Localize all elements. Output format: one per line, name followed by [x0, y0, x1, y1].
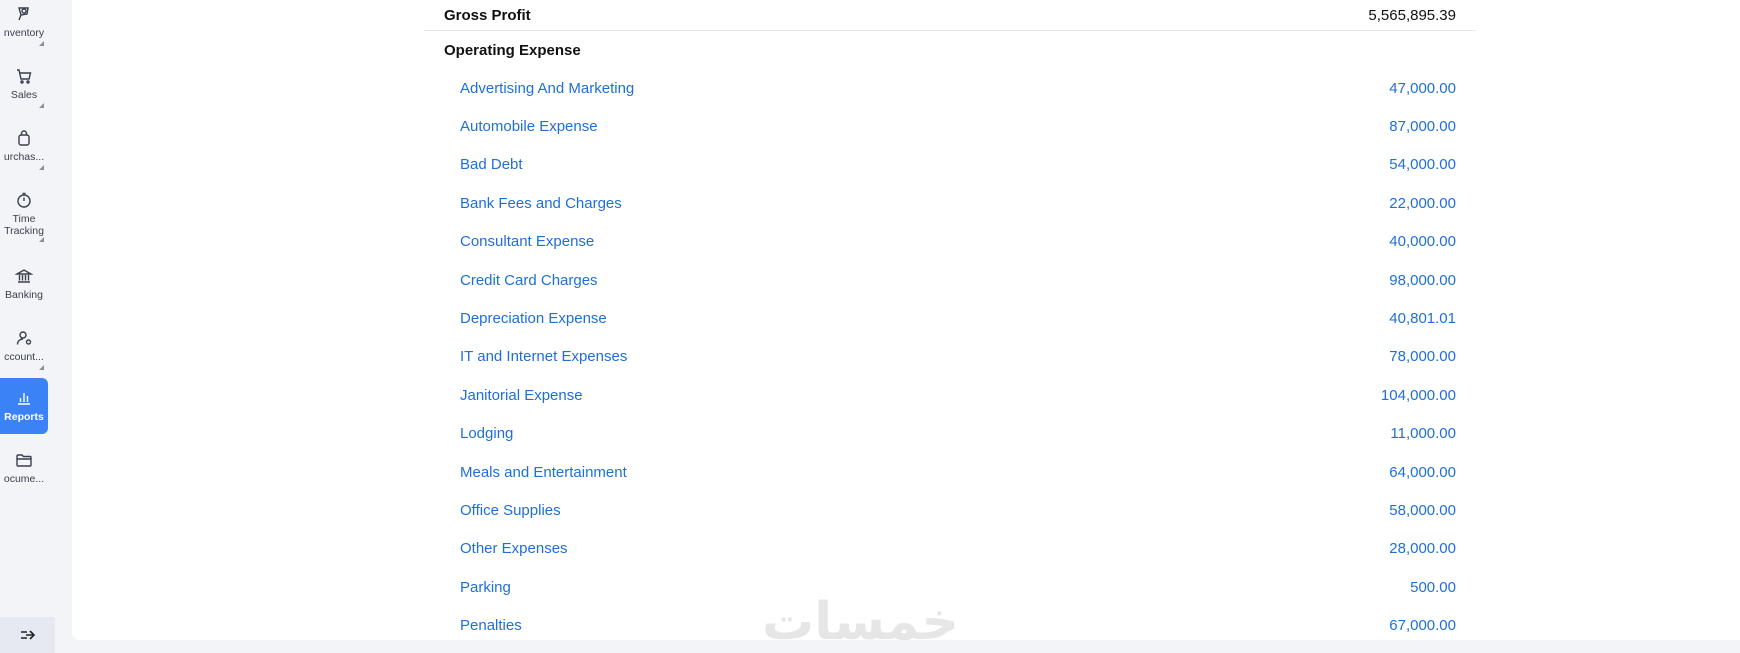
- expense-amount-link[interactable]: 58,000.00: [1389, 502, 1456, 519]
- expense-row[interactable]: Depreciation Expense 40,801.01: [424, 299, 1476, 337]
- expense-row[interactable]: Advertising And Marketing 47,000.00: [424, 69, 1476, 107]
- expense-account-link[interactable]: Janitorial Expense: [460, 387, 583, 404]
- nav-item-inventory[interactable]: nventory: [0, 0, 48, 50]
- expense-account-link[interactable]: IT and Internet Expenses: [460, 348, 627, 365]
- operating-expense-heading: Operating Expense: [444, 41, 581, 59]
- expense-amount-link[interactable]: 54,000.00: [1389, 156, 1456, 173]
- expand-corner-icon: [39, 103, 44, 108]
- expense-amount-link[interactable]: 104,000.00: [1381, 387, 1456, 404]
- expense-amount-link[interactable]: 67,000.00: [1389, 617, 1456, 634]
- accountant-icon: [16, 331, 32, 345]
- expense-account-link[interactable]: Depreciation Expense: [460, 310, 607, 327]
- expand-corner-icon: [39, 365, 44, 370]
- expense-account-link[interactable]: Meals and Entertainment: [460, 464, 627, 481]
- expense-amount-link[interactable]: 500.00: [1410, 579, 1456, 596]
- expense-account-link[interactable]: Consultant Expense: [460, 233, 594, 250]
- profit-loss-report: Gross Profit 5,565,895.39 Operating Expe…: [424, 0, 1476, 640]
- expense-amount-link[interactable]: 11,000.00: [1390, 425, 1456, 442]
- bank-icon: [15, 269, 33, 283]
- expense-row[interactable]: Lodging 11,000.00: [424, 415, 1476, 453]
- expand-corner-icon: [39, 165, 44, 170]
- nav-label-line2: Tracking: [4, 225, 44, 237]
- nav-label: ccount...: [4, 351, 44, 363]
- gross-profit-label: Gross Profit: [444, 6, 531, 24]
- main-content: Gross Profit 5,565,895.39 Operating Expe…: [72, 0, 1740, 640]
- nav-item-reports[interactable]: Reports: [0, 378, 48, 434]
- gross-profit-value: 5,565,895.39: [1368, 6, 1456, 24]
- expense-row[interactable]: Bank Fees and Charges 22,000.00: [424, 184, 1476, 222]
- nav-item-documents[interactable]: ocume...: [0, 440, 48, 496]
- nav-item-banking[interactable]: Banking: [0, 256, 48, 312]
- expense-amount-link[interactable]: 87,000.00: [1389, 118, 1456, 135]
- inventory-icon: [18, 7, 29, 21]
- expense-account-link[interactable]: Penalties: [460, 617, 522, 634]
- expand-corner-icon: [39, 237, 44, 242]
- bag-icon: [18, 130, 30, 146]
- expense-row[interactable]: Janitorial Expense 104,000.00: [424, 376, 1476, 414]
- expense-amount-link[interactable]: 64,000.00: [1389, 464, 1456, 481]
- expense-amount-link[interactable]: 47,000.00: [1389, 80, 1456, 97]
- expense-row[interactable]: Consultant Expense 40,000.00: [424, 223, 1476, 261]
- expense-account-link[interactable]: Bad Debt: [460, 156, 523, 173]
- nav-label: Sales: [10, 89, 38, 101]
- collapse-arrow-icon: [20, 630, 35, 640]
- expense-amount-link[interactable]: 98,000.00: [1389, 272, 1456, 289]
- nav-label-line1: Time: [12, 213, 36, 225]
- expand-corner-icon: [39, 41, 44, 46]
- expense-account-link[interactable]: Bank Fees and Charges: [460, 195, 622, 212]
- sidebar: nventory Sales urchas... Time Tracking B…: [0, 0, 55, 653]
- nav-label: Reports: [4, 411, 44, 423]
- cart-icon: [17, 69, 32, 84]
- expense-rows: Advertising And Marketing 47,000.00 Automo…: [424, 69, 1476, 640]
- expense-account-link[interactable]: Office Supplies: [460, 502, 561, 519]
- collapse-sidebar-button[interactable]: [0, 617, 55, 653]
- stopwatch-icon: [17, 192, 31, 208]
- expense-row[interactable]: Meals and Entertainment 64,000.00: [424, 453, 1476, 491]
- nav-label: Banking: [5, 289, 43, 301]
- expense-row[interactable]: Credit Card Charges 98,000.00: [424, 261, 1476, 299]
- gross-profit-row: Gross Profit 5,565,895.39: [424, 0, 1476, 31]
- nav-label: ocume...: [3, 473, 45, 485]
- expense-amount-link[interactable]: 22,000.00: [1389, 195, 1456, 212]
- expense-row[interactable]: IT and Internet Expenses 78,000.00: [424, 338, 1476, 376]
- expense-amount-link[interactable]: 40,801.01: [1389, 310, 1456, 327]
- expense-account-link[interactable]: Parking: [460, 579, 511, 596]
- expense-amount-link[interactable]: 40,000.00: [1389, 233, 1456, 250]
- nav-label: nventory: [3, 27, 45, 39]
- expense-account-link[interactable]: Lodging: [460, 425, 513, 442]
- nav-item-accountant[interactable]: ccount...: [0, 318, 48, 374]
- watermark: خمسات: [762, 593, 960, 651]
- expense-account-link[interactable]: Automobile Expense: [460, 118, 598, 135]
- expense-amount-link[interactable]: 28,000.00: [1389, 540, 1456, 557]
- nav-item-time-tracking[interactable]: Time Tracking: [0, 182, 48, 246]
- expense-account-link[interactable]: Other Expenses: [460, 540, 568, 557]
- nav-item-purchases[interactable]: urchas...: [0, 118, 48, 174]
- expense-account-link[interactable]: Credit Card Charges: [460, 272, 598, 289]
- expense-amount-link[interactable]: 78,000.00: [1389, 348, 1456, 365]
- folder-icon: [16, 454, 32, 467]
- expense-row[interactable]: Bad Debt 54,000.00: [424, 146, 1476, 184]
- nav-label: urchas...: [3, 151, 45, 163]
- expense-row[interactable]: Office Supplies 58,000.00: [424, 491, 1476, 529]
- nav-item-sales[interactable]: Sales: [0, 56, 48, 112]
- bar-chart-icon: [18, 393, 30, 405]
- expense-account-link[interactable]: Advertising And Marketing: [460, 80, 634, 97]
- expense-row[interactable]: Automobile Expense 87,000.00: [424, 107, 1476, 145]
- expense-row[interactable]: Other Expenses 28,000.00: [424, 530, 1476, 568]
